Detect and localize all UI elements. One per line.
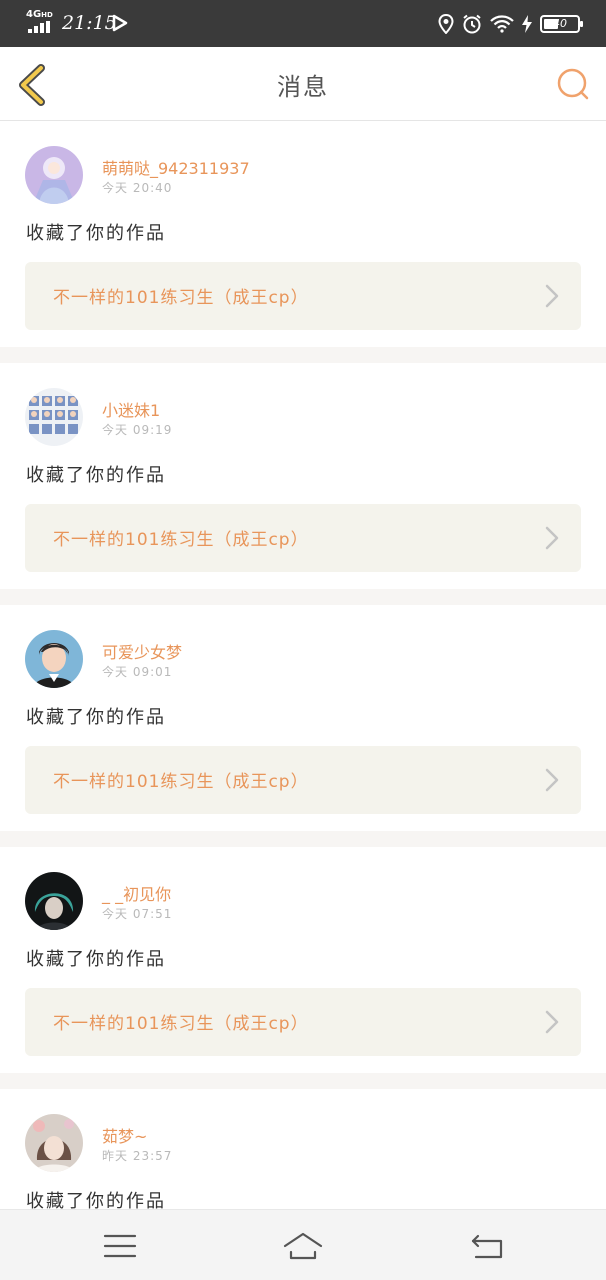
work-title: 不一样的101练习生（成王cp） xyxy=(53,288,309,308)
location-icon xyxy=(438,14,454,34)
page-title: 消息 xyxy=(277,73,329,101)
avatar[interactable] xyxy=(25,1114,83,1172)
work-link[interactable]: 不一样的101练习生（成王cp） xyxy=(25,988,581,1056)
wifi-icon xyxy=(490,15,514,33)
signal-icon xyxy=(28,21,54,33)
avatar[interactable] xyxy=(25,388,83,446)
chevron-right-icon xyxy=(545,1010,559,1034)
username[interactable]: 萌萌哒_942311937 xyxy=(102,155,250,179)
action-text: 收藏了你的作品 xyxy=(26,949,166,970)
battery-icon: 40 xyxy=(540,15,583,33)
work-link[interactable]: 不一样的101练习生（成王cp） xyxy=(25,504,581,572)
username[interactable]: _ _初见你 xyxy=(102,881,171,905)
notification-card: 小迷妹1 今天 09:19 收藏了你的作品 不一样的101练习生（成王cp） xyxy=(0,363,606,589)
search-icon[interactable] xyxy=(556,67,590,101)
charging-icon xyxy=(522,15,532,33)
username[interactable]: 可爱少女梦 xyxy=(102,639,182,663)
home-icon[interactable] xyxy=(283,1230,323,1262)
clock: 21:15 xyxy=(62,12,117,34)
avatar[interactable] xyxy=(25,146,83,204)
work-link[interactable]: 不一样的101练习生（成王cp） xyxy=(25,746,581,814)
work-title: 不一样的101练习生（成王cp） xyxy=(53,1014,309,1034)
network-type: 4GHD xyxy=(26,9,53,20)
notification-card: _ _初见你 今天 07:51 收藏了你的作品 不一样的101练习生（成王cp） xyxy=(0,847,606,1073)
action-text: 收藏了你的作品 xyxy=(26,223,166,244)
action-text: 收藏了你的作品 xyxy=(26,465,166,486)
work-title: 不一样的101练习生（成王cp） xyxy=(53,530,309,550)
timestamp: 今天 09:01 xyxy=(102,665,173,679)
notification-card: 可爱少女梦 今天 09:01 收藏了你的作品 不一样的101练习生（成王cp） xyxy=(0,605,606,831)
timestamp: 今天 20:40 xyxy=(102,181,173,195)
chevron-right-icon xyxy=(545,284,559,308)
action-text: 收藏了你的作品 xyxy=(26,707,166,728)
username[interactable]: 小迷妹1 xyxy=(102,397,160,421)
status-bar: 4GHD 21:15 40 xyxy=(0,0,606,47)
notification-card: 萌萌哒_942311937 今天 20:40 收藏了你的作品 不一样的101练习… xyxy=(0,121,606,347)
header-bar: 消息 xyxy=(0,47,606,121)
alarm-icon xyxy=(463,14,481,34)
system-nav-bar xyxy=(0,1209,606,1280)
avatar[interactable] xyxy=(25,630,83,688)
timestamp: 昨天 23:57 xyxy=(102,1149,173,1163)
action-text: 收藏了你的作品 xyxy=(26,1191,166,1209)
avatar[interactable] xyxy=(25,872,83,930)
username[interactable]: 茹梦~ xyxy=(102,1123,147,1147)
return-icon[interactable] xyxy=(468,1230,508,1262)
timestamp: 今天 09:19 xyxy=(102,423,173,437)
notification-card: 茹梦~ 昨天 23:57 收藏了你的作品 xyxy=(0,1089,606,1209)
play-icon xyxy=(112,14,128,32)
chevron-right-icon xyxy=(545,526,559,550)
work-title: 不一样的101练习生（成王cp） xyxy=(53,772,309,792)
timestamp: 今天 07:51 xyxy=(102,907,173,921)
work-link[interactable]: 不一样的101练习生（成王cp） xyxy=(25,262,581,330)
menu-icon[interactable] xyxy=(100,1230,140,1262)
chevron-right-icon xyxy=(545,768,559,792)
notification-list[interactable]: 萌萌哒_942311937 今天 20:40 收藏了你的作品 不一样的101练习… xyxy=(0,121,606,1209)
